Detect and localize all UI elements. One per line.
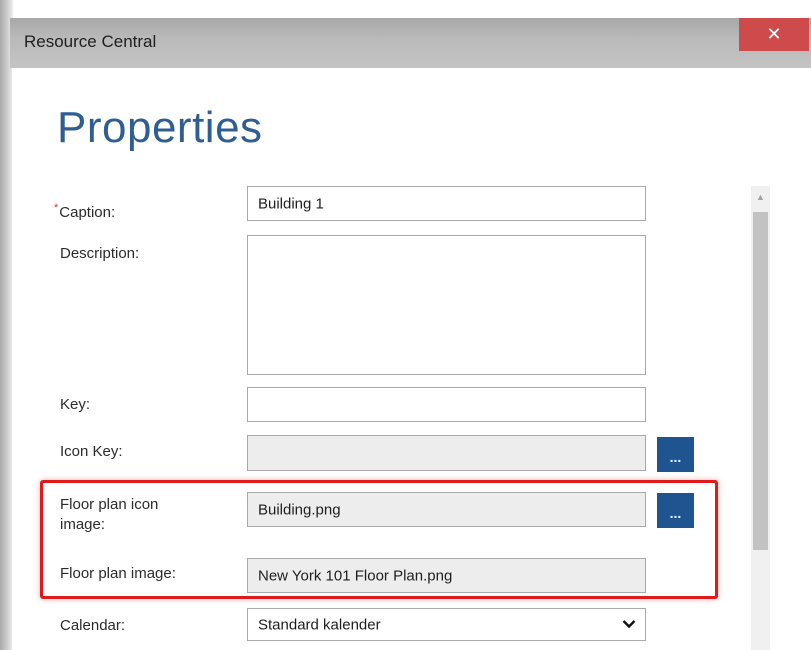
key-label: Key: [60,396,91,413]
floor-plan-image-value: New York 101 Floor Plan.png [258,567,453,584]
floor-plan-icon-image-label: Floor plan icon image: [60,495,158,535]
close-icon: ✕ [766,24,782,44]
floor-plan-image-field[interactable]: New York 101 Floor Plan.png [247,558,646,593]
required-marker: * [54,202,59,214]
close-button[interactable]: ✕ [739,18,809,51]
title-bar: Resource Central [10,18,811,68]
caption-value: Building 1 [258,195,324,212]
calendar-select[interactable]: Standard kalender [247,608,646,641]
floor-plan-icon-browse-button[interactable]: ... [657,493,694,528]
ellipsis-icon: ... [669,449,682,465]
caption-label: *Caption: [54,198,115,223]
chevron-down-icon [622,619,636,628]
caption-label-text: Caption: [59,204,116,221]
caption-field[interactable]: Building 1 [247,186,646,221]
key-field[interactable] [247,387,646,422]
floor-plan-icon-image-label-line2: image: [60,516,106,533]
icon-key-label: Icon Key: [60,443,123,460]
floor-plan-icon-image-value: Building.png [258,501,341,518]
floor-plan-image-label: Floor plan image: [60,565,176,582]
calendar-label: Calendar: [60,617,126,634]
window-title: Resource Central [24,32,157,51]
icon-key-field[interactable] [247,435,646,471]
ellipsis-icon: ... [669,505,682,521]
floor-plan-icon-image-label-line1: Floor plan icon [60,496,159,513]
calendar-selected-value: Standard kalender [258,616,381,633]
description-field[interactable] [247,235,646,375]
vertical-scrollbar[interactable]: ▲ [751,186,770,650]
scrollbar-thumb[interactable] [753,212,768,550]
page-title: Properties [57,103,263,152]
description-label: Description: [60,245,140,262]
dialog-content: Properties *Caption: Building 1 Descript… [12,68,811,650]
floor-plan-icon-image-field[interactable]: Building.png [247,492,646,527]
scroll-up-arrow-icon[interactable]: ▲ [751,186,770,208]
icon-key-browse-button[interactable]: ... [657,437,694,472]
